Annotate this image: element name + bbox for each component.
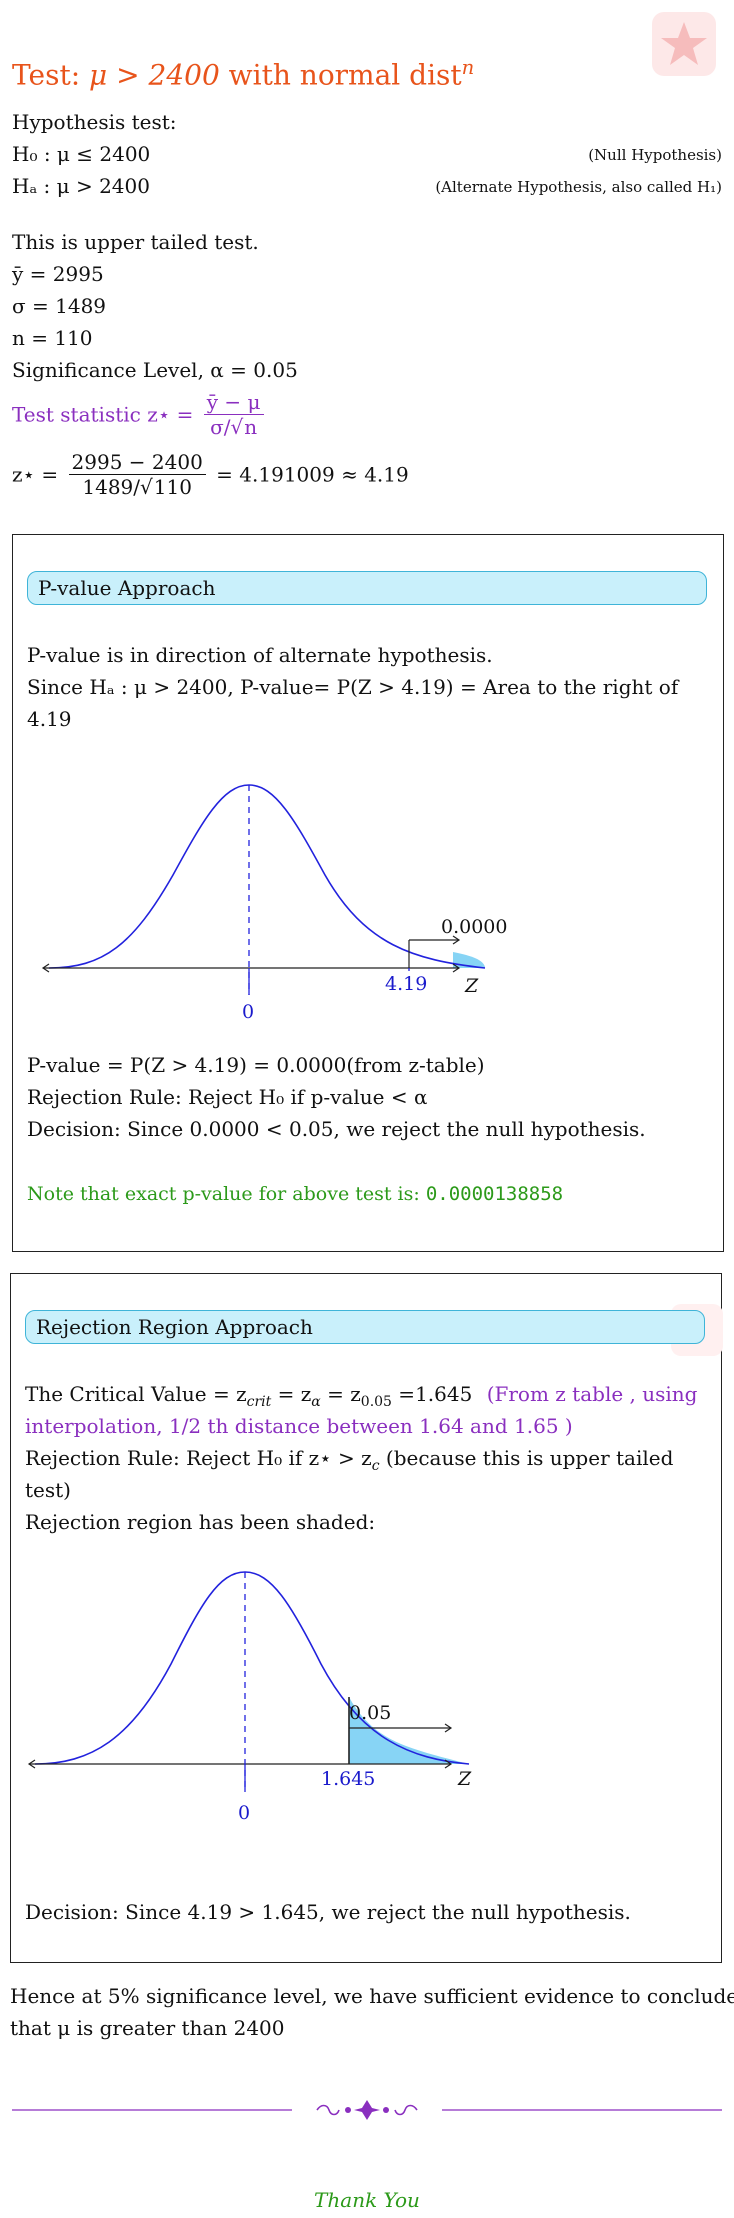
- rejection-rule-line2: test): [25, 1478, 71, 1502]
- rejection-banner: Rejection Region Approach: [25, 1310, 705, 1344]
- rejection-axis-label-text: Z: [458, 1768, 472, 1790]
- test-statistic-formula: Test statistic z⋆ = ȳ − μ σ/√n: [12, 390, 268, 439]
- z-result: = 4.191009 ≈ 4.19: [216, 462, 409, 487]
- rejection-rule-tail: (because this is upper tailed: [379, 1446, 674, 1470]
- page-title: Test: μ > 2400 with normal distn: [12, 56, 474, 91]
- rejection-section: Rejection Region Approach The Critical V…: [10, 1273, 723, 1963]
- z-computation: z⋆ = 2995 − 2400 1489/√110 = 4.191009 ≈ …: [12, 450, 409, 499]
- alt-hypothesis-note: (Alternate Hypothesis, also called H₁): [435, 178, 722, 196]
- cv-part-f: 0.05: [360, 1394, 392, 1410]
- thank-you-text: Thank You: [314, 2188, 420, 2212]
- rejection-decision: Decision: Since 4.19 > 1.645, we reject …: [25, 1900, 631, 1924]
- critical-value-line: The Critical Value = zcrit = zα = z0.05 …: [25, 1382, 697, 1410]
- sigma-value: σ = 1489: [12, 294, 107, 318]
- title-suffix: with normal dist: [228, 58, 462, 92]
- pvalue-exact-note: Note that exact p-value for above test i…: [27, 1183, 563, 1205]
- pvalue-tick-label: 4.19: [385, 973, 428, 995]
- pvalue-exact-value: 0.0000138858: [425, 1183, 564, 1205]
- rejection-axis-label: Z: [458, 1768, 471, 1790]
- cv-note-2: interpolation, 1/2 th distance between 1…: [25, 1414, 573, 1438]
- z-den-b: 110: [152, 474, 192, 499]
- title-prefix: Test:: [12, 58, 81, 92]
- pvalue-banner: P-value Approach: [27, 571, 707, 605]
- pvalue-axis-label: Z: [465, 975, 478, 997]
- hypothesis-heading: Hypothesis test:: [12, 110, 177, 134]
- conclusion-line2: that μ is greater than 2400: [10, 2016, 285, 2040]
- pvalue-axis-label-text: Z: [465, 975, 479, 997]
- sample-size: n = 110: [12, 326, 93, 350]
- rejection-rule-text: Rejection Rule: Reject H₀ if z⋆ > z: [25, 1446, 372, 1470]
- cv-part-g: =1.645: [391, 1382, 473, 1406]
- rejection-rule-sub: c: [371, 1458, 380, 1474]
- pvalue-zero-label: 0: [242, 1001, 255, 1023]
- pvalue-line2: Since Hₐ : μ > 2400, P-value= P(Z > 4.19…: [27, 675, 679, 699]
- z-numerator: 2995 − 2400: [68, 450, 206, 475]
- stat-label: Test statistic z⋆ =: [12, 402, 194, 427]
- logo-icon: [652, 12, 716, 76]
- rejection-zero-label: 0: [238, 1802, 251, 1824]
- pvalue-area-label: 0.0000: [441, 916, 508, 938]
- thank-you: Thank You: [0, 2188, 734, 2212]
- shaded-statement: Rejection region has been shaded:: [25, 1510, 376, 1534]
- null-hypothesis: H₀ : μ ≤ 2400: [12, 142, 151, 166]
- pvalue-line1: P-value is in direction of alternate hyp…: [27, 643, 493, 667]
- null-hypothesis-note: (Null Hypothesis): [588, 146, 722, 164]
- pvalue-banner-label: P-value Approach: [38, 576, 216, 600]
- tail-statement: This is upper tailed test.: [12, 230, 259, 254]
- rejection-rule-line: Rejection Rule: Reject H₀ if z⋆ > zc (be…: [25, 1446, 673, 1474]
- pvalue-exact-note-text: Note that exact p-value for above test i…: [27, 1183, 420, 1205]
- cv-part-d: α: [311, 1394, 321, 1410]
- conclusion-line1: Hence at 5% significance level, we have …: [10, 1984, 734, 2008]
- alt-hypothesis: Hₐ : μ > 2400: [12, 174, 150, 198]
- significance-level: Significance Level, α = 0.05: [12, 358, 298, 382]
- cv-part-c: = z: [271, 1382, 312, 1406]
- z-label: z⋆ =: [12, 462, 59, 487]
- stat-numerator: ȳ − μ: [203, 390, 264, 415]
- sample-mean: ȳ = 2995: [12, 262, 104, 286]
- rejection-tick-label: 1.645: [321, 1768, 376, 1790]
- z-den-a: 1489/: [82, 475, 141, 499]
- title-expr: μ > 2400: [89, 58, 220, 92]
- rejection-area-label: 0.05: [349, 1702, 392, 1724]
- pvalue-section: P-value Approach P-value is in direction…: [12, 534, 724, 1252]
- pvalue-rule: Rejection Rule: Reject H₀ if p-value < α: [27, 1085, 428, 1109]
- cv-part-a: The Critical Value = z: [25, 1382, 247, 1406]
- pvalue-decision: Decision: Since 0.0000 < 0.05, we reject…: [27, 1117, 646, 1141]
- cv-note-1: (From z table , using: [486, 1382, 698, 1406]
- stat-den-a: σ/: [210, 415, 231, 439]
- cv-part-b: crit: [246, 1394, 272, 1410]
- pvalue-normal-curve: [41, 784, 486, 995]
- pvalue-result: P-value = P(Z > 4.19) = 0.0000(from z-ta…: [27, 1053, 485, 1077]
- rejection-curve: [34, 1571, 470, 1765]
- footer-divider: [12, 2098, 722, 2122]
- pvalue-line3: 4.19: [27, 707, 72, 731]
- cv-part-e: = z: [320, 1382, 361, 1406]
- title-sup: n: [461, 56, 475, 79]
- stat-den-b: n: [243, 414, 258, 439]
- rejection-banner-label: Rejection Region Approach: [36, 1315, 313, 1339]
